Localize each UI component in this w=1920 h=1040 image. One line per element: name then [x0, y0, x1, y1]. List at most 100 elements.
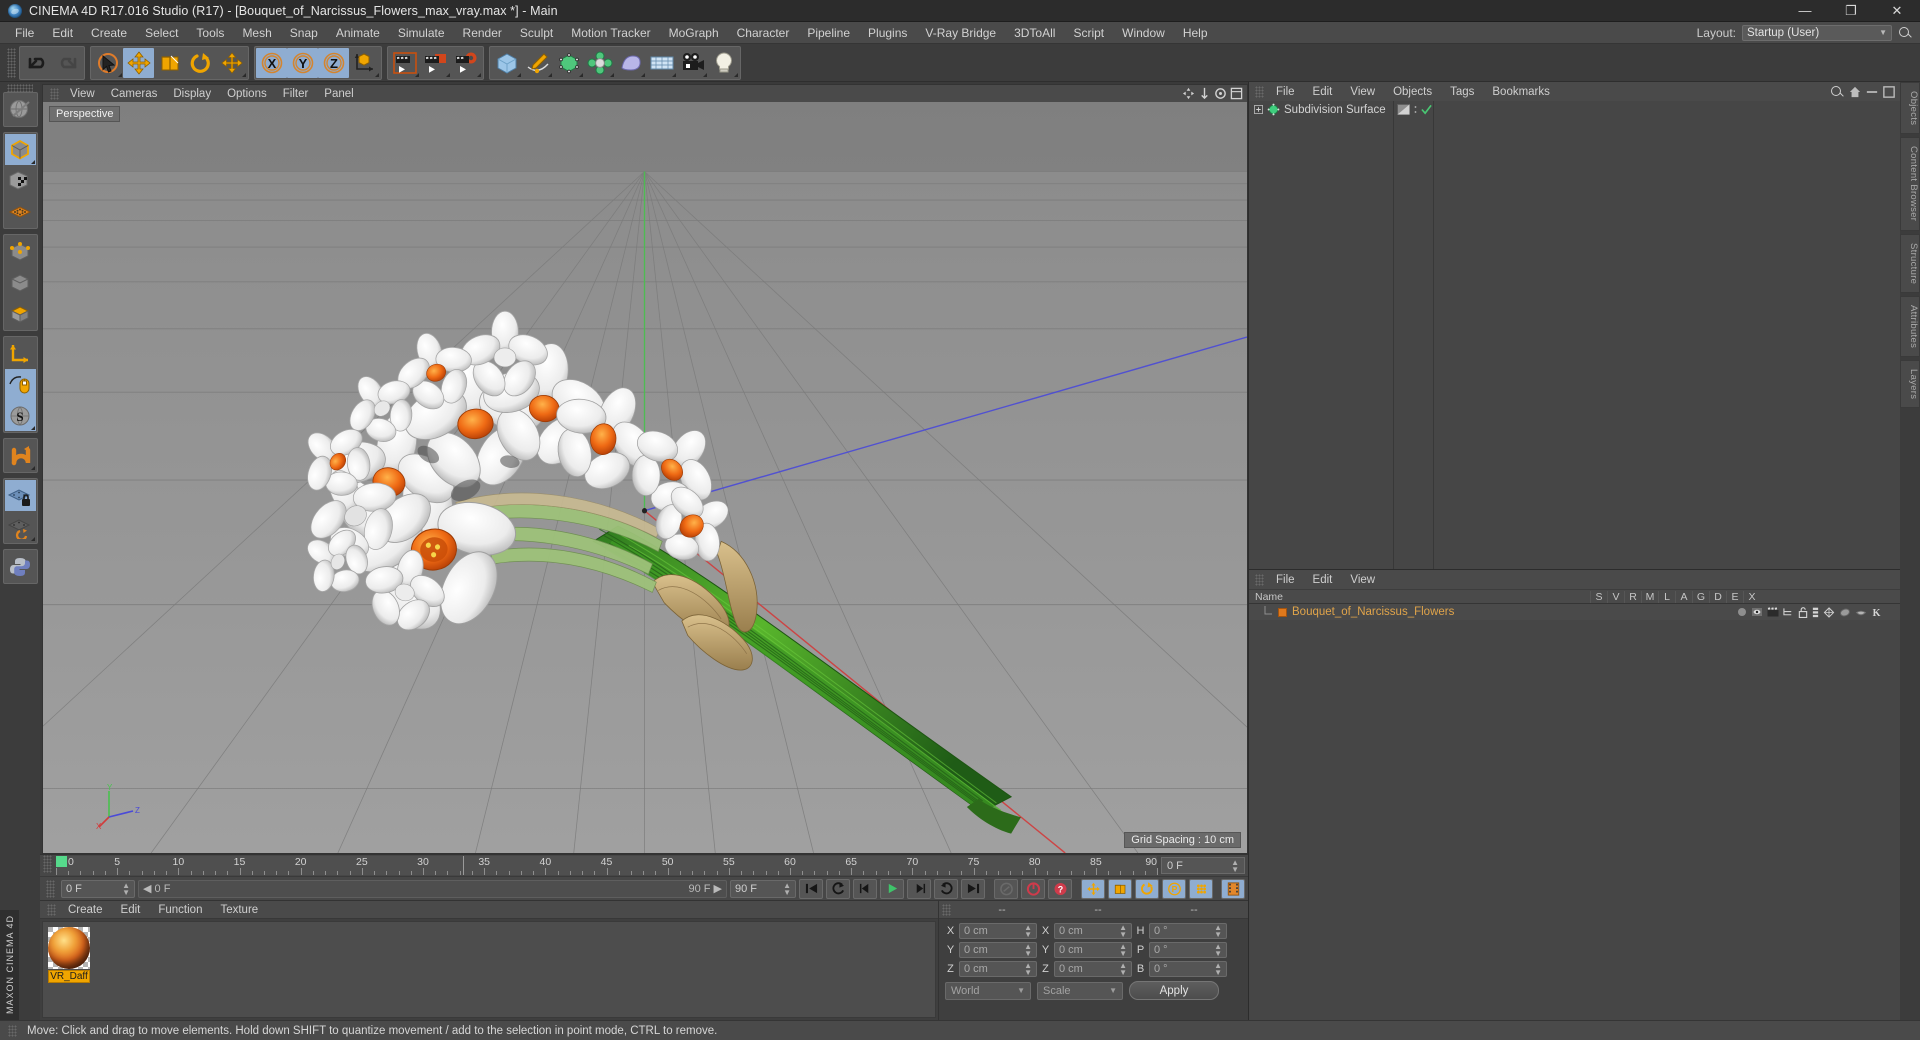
spinner-icon[interactable]: ▲ ▼ [122, 881, 130, 896]
texture-mode-icon[interactable] [5, 165, 36, 196]
expression-icon[interactable] [1855, 608, 1867, 617]
key-parameter-button[interactable]: P [1162, 878, 1186, 899]
attribute-menu-edit[interactable]: Edit [1304, 574, 1342, 586]
menu-item-edit[interactable]: Edit [43, 22, 82, 44]
floor-environment-icon[interactable] [646, 48, 677, 78]
timeline-grip[interactable] [43, 855, 52, 873]
material-menu-create[interactable]: Create [59, 904, 112, 916]
apply-button[interactable]: Apply [1129, 981, 1219, 1000]
column-g[interactable]: G [1692, 590, 1709, 603]
step-forward-button[interactable] [907, 878, 931, 899]
dolly-view-icon[interactable] [1198, 87, 1211, 100]
edge-tab-objects[interactable]: Objects [1900, 82, 1920, 135]
object-menu-bookmarks[interactable]: Bookmarks [1483, 86, 1559, 98]
viewport-grip[interactable] [50, 87, 59, 100]
light-icon[interactable] [708, 48, 739, 78]
column-v[interactable]: V [1607, 590, 1624, 603]
go-to-previous-key-button[interactable] [826, 878, 850, 899]
preview-end-field[interactable]: 90 F ▲ ▼ [730, 879, 796, 898]
menu-item-tools[interactable]: Tools [187, 22, 233, 44]
move-tool-icon[interactable] [123, 47, 154, 78]
timeline-toggle-button[interactable] [1221, 878, 1245, 899]
frame-range-slider[interactable]: ◀ 0 F 90 F ▶ [138, 879, 727, 898]
object-manager-body[interactable]: Subdivision Surface [1249, 101, 1900, 569]
timeline-current-frame-field[interactable]: 0 F ▲ ▼ [1161, 857, 1245, 874]
viewport-3d[interactable]: Perspective Grid Spacing : 10 cm Y Z X [42, 102, 1248, 854]
render-settings-icon[interactable] [451, 48, 482, 78]
search-icon[interactable] [1898, 26, 1912, 40]
menu-item-script[interactable]: Script [1064, 22, 1113, 44]
viewport-menu-options[interactable]: Options [219, 88, 275, 100]
spinner-icon[interactable]: ▲ ▼ [1119, 943, 1127, 958]
size-z-field[interactable]: 0 cm ▲ ▼ [1054, 961, 1132, 977]
animation-layer-icon[interactable] [1812, 607, 1819, 618]
menu-item-snap[interactable]: Snap [281, 22, 327, 44]
status-grip[interactable] [8, 1024, 17, 1037]
world-coordinates-icon[interactable] [5, 338, 36, 369]
menu-item-create[interactable]: Create [82, 22, 136, 44]
transport-grip[interactable] [46, 879, 55, 898]
spinner-icon[interactable]: ▲ ▼ [1024, 943, 1032, 958]
viewport-menu-cameras[interactable]: Cameras [103, 88, 166, 100]
deformer-icon[interactable] [1839, 607, 1851, 618]
object-tags-column[interactable] [1394, 101, 1434, 569]
bend-deformer-icon[interactable] [615, 48, 646, 78]
edge-tab-content-browser[interactable]: Content Browser [1900, 137, 1920, 231]
menu-item-animate[interactable]: Animate [327, 22, 389, 44]
object-menu-tags[interactable]: Tags [1441, 86, 1483, 98]
edge-tab-layers[interactable]: Layers [1900, 359, 1920, 409]
column-l[interactable]: L [1658, 590, 1675, 603]
key-point-level-button[interactable] [1189, 878, 1213, 899]
axis-z-icon[interactable]: Z [318, 47, 349, 78]
step-back-button[interactable] [853, 878, 877, 899]
size-x-field[interactable]: 0 cm ▲ ▼ [1054, 923, 1132, 939]
autokey-disabled-icon[interactable] [994, 878, 1018, 899]
mouse-tool-icon[interactable] [4, 369, 36, 400]
spinner-icon[interactable]: ▲ ▼ [1024, 962, 1032, 977]
menu-item-select[interactable]: Select [136, 22, 187, 44]
points-mode-icon[interactable] [5, 196, 36, 227]
playhead-marker[interactable] [56, 856, 67, 867]
key-rotation-button[interactable] [1135, 878, 1159, 899]
edge-mode-icon[interactable] [5, 236, 36, 267]
make-editable-icon[interactable] [5, 94, 36, 125]
material-menu-function[interactable]: Function [149, 904, 211, 916]
timeline-ruler[interactable]: 0 5 10 15 20 25 30 35 40 45 50 55 60 65 70 75 80 85 90 [56, 856, 1158, 875]
table-row[interactable]: Bouquet_of_Narcissus_Flowers K [1249, 604, 1900, 620]
left-toolbar-grip[interactable] [7, 84, 33, 92]
menu-item-vray-bridge[interactable]: V-Ray Bridge [916, 22, 1005, 44]
menu-item-character[interactable]: Character [728, 22, 799, 44]
menu-item-pipeline[interactable]: Pipeline [798, 22, 859, 44]
nurbs-generator-icon[interactable] [553, 48, 584, 78]
autokeying-button[interactable]: ? [1048, 878, 1072, 899]
play-button[interactable] [880, 878, 904, 899]
viewport-menu-filter[interactable]: Filter [275, 88, 317, 100]
solo-dot-icon[interactable] [1737, 607, 1747, 617]
attribute-rows[interactable]: Bouquet_of_Narcissus_Flowers K [1249, 604, 1900, 1020]
viewport-menu-panel[interactable]: Panel [316, 88, 361, 100]
menu-item-simulate[interactable]: Simulate [389, 22, 454, 44]
position-x-field[interactable]: 0 cm ▲ ▼ [959, 923, 1037, 939]
object-row-subdivision-surface[interactable]: Subdivision Surface [1249, 101, 1393, 118]
pan-view-icon[interactable] [1182, 87, 1195, 100]
edge-tab-structure[interactable]: Structure [1900, 233, 1920, 293]
spinner-icon[interactable]: ▲ ▼ [1214, 962, 1222, 977]
spline-pen-icon[interactable] [522, 48, 553, 78]
close-button[interactable]: ✕ [1874, 0, 1920, 21]
rotation-h-field[interactable]: 0 ° ▲ ▼ [1149, 923, 1227, 939]
rotation-p-field[interactable]: 0 ° ▲ ▼ [1149, 942, 1227, 958]
model-mode-icon[interactable] [4, 134, 36, 165]
object-menu-edit[interactable]: Edit [1304, 86, 1342, 98]
unlock-icon[interactable] [1798, 606, 1808, 618]
spinner-icon[interactable]: ▲ ▼ [1231, 858, 1239, 873]
spinner-icon[interactable]: ▲ ▼ [1214, 924, 1222, 939]
generator-icon[interactable] [1823, 606, 1835, 618]
object-manager-grip[interactable] [1255, 85, 1264, 98]
spinner-icon[interactable]: ▲ ▼ [783, 881, 791, 896]
python-icon[interactable] [5, 551, 36, 582]
search-icon[interactable] [1830, 85, 1844, 99]
go-to-end-button[interactable] [961, 878, 985, 899]
phong-tag-icon[interactable] [1397, 104, 1410, 115]
world-axis-icon[interactable] [349, 48, 380, 78]
menu-item-sculpt[interactable]: Sculpt [511, 22, 562, 44]
